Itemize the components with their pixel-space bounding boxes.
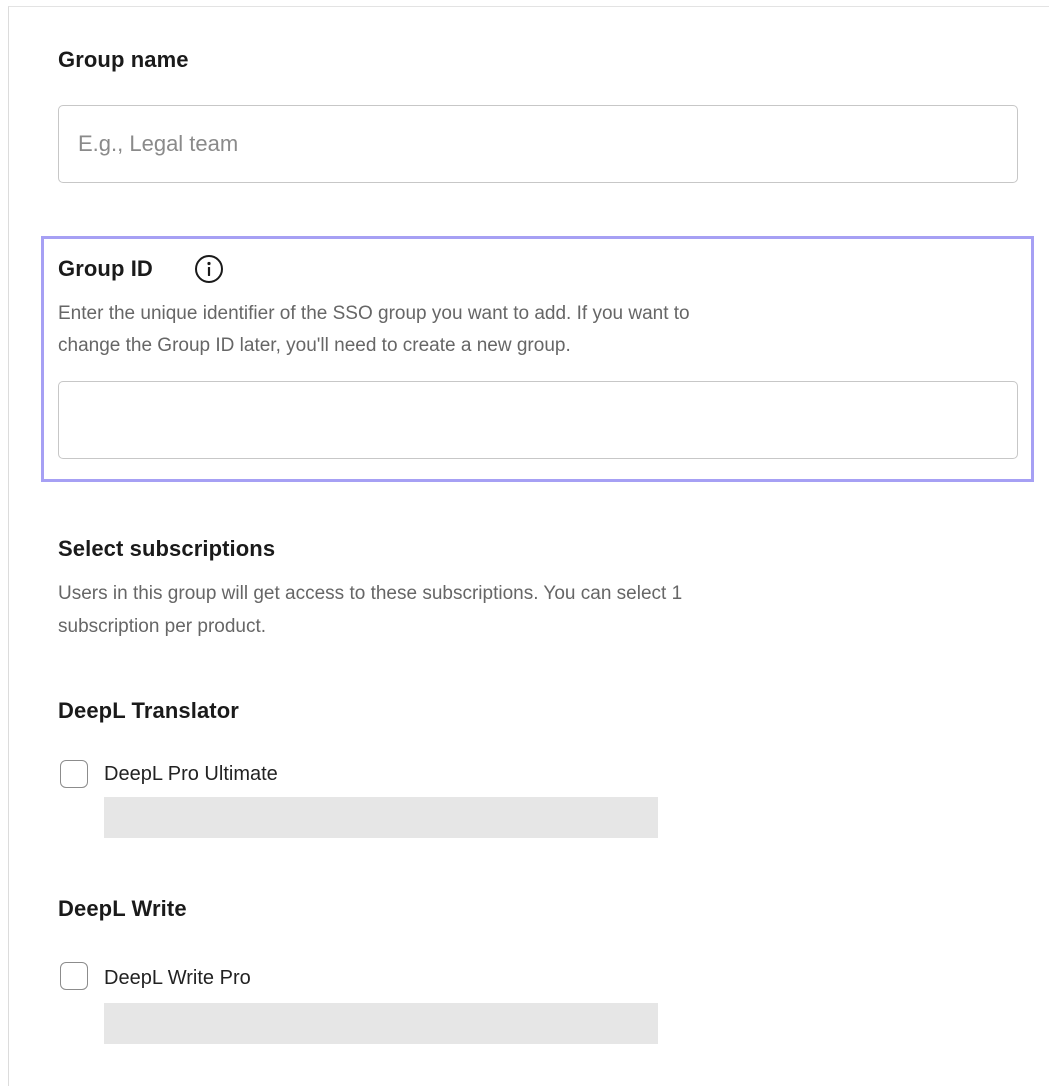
deepl-pro-ultimate-label[interactable]: DeepL Pro Ultimate bbox=[104, 763, 278, 786]
group-id-description-line2: change the Group ID later, you'll need t… bbox=[58, 335, 571, 356]
deepl-pro-ultimate-checkbox[interactable] bbox=[60, 760, 88, 788]
group-id-description-line1: Enter the unique identifier of the SSO g… bbox=[58, 303, 690, 324]
info-circle-icon[interactable] bbox=[194, 254, 224, 284]
product-deepl-write-title: DeepL Write bbox=[58, 896, 187, 921]
group-id-label: Group ID bbox=[58, 256, 153, 281]
deepl-pro-ultimate-details-placeholder bbox=[104, 797, 658, 838]
deepl-write-pro-label[interactable]: DeepL Write Pro bbox=[104, 967, 251, 990]
group-name-input[interactable] bbox=[58, 105, 1018, 183]
group-name-label: Group name bbox=[58, 47, 189, 72]
select-subscriptions-title: Select subscriptions bbox=[58, 536, 276, 561]
product-deepl-translator-title: DeepL Translator bbox=[58, 698, 239, 723]
subscriptions-description-line2: subscription per product. bbox=[58, 616, 267, 637]
subscriptions-description-line1: Users in this group will get access to t… bbox=[58, 583, 683, 604]
deepl-write-pro-details-placeholder bbox=[104, 1003, 658, 1044]
group-id-input[interactable] bbox=[58, 381, 1018, 459]
deepl-write-pro-checkbox[interactable] bbox=[60, 962, 88, 990]
